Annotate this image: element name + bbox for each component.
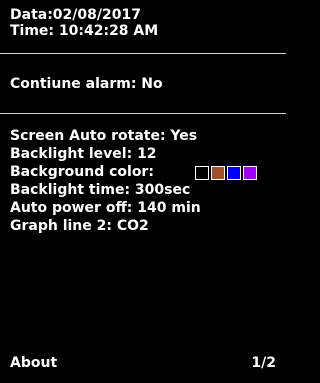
color-swatch-brown[interactable] xyxy=(211,166,225,180)
datetime-header: Data:02/08/2017 Time: 10:42:28 AM xyxy=(10,7,158,39)
background-color-setting[interactable]: Background color: xyxy=(10,163,257,181)
auto-power-off-setting[interactable]: Auto power off: 140 min xyxy=(10,199,201,217)
header-divider xyxy=(0,53,286,54)
settings-list: Screen Auto rotate: Yes Backlight level:… xyxy=(10,127,257,235)
background-color-swatches xyxy=(195,166,257,180)
color-swatch-blue[interactable] xyxy=(227,166,241,180)
about-button[interactable]: About xyxy=(10,354,57,372)
alarm-divider xyxy=(0,113,286,114)
date-text: Data:02/08/2017 xyxy=(10,7,141,23)
continue-alarm-setting[interactable]: Contiune alarm: No xyxy=(10,76,163,92)
device-settings-screen: Data:02/08/2017 Time: 10:42:28 AM Contiu… xyxy=(0,0,286,383)
time-text: Time: 10:42:28 AM xyxy=(10,23,159,39)
screen-auto-rotate-setting[interactable]: Screen Auto rotate: Yes xyxy=(10,127,201,145)
backlight-level-setting[interactable]: Backlight level: 12 xyxy=(10,145,201,163)
background-color-label: Background color: xyxy=(10,164,154,180)
page-indicator[interactable]: 1/2 xyxy=(251,354,276,372)
color-swatch-black[interactable] xyxy=(195,166,209,180)
graph-line-2-setting[interactable]: Graph line 2: CO2 xyxy=(10,217,201,235)
backlight-time-setting[interactable]: Backlight time: 300sec xyxy=(10,181,201,199)
color-swatch-purple[interactable] xyxy=(243,166,257,180)
